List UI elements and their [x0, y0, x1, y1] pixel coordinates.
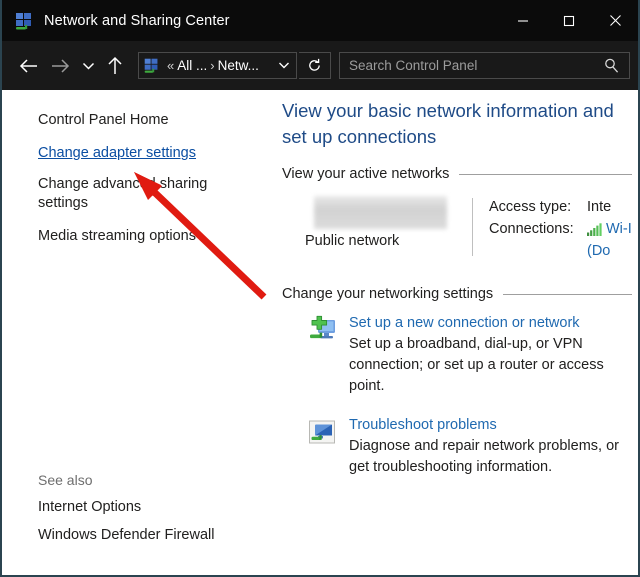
- search-box[interactable]: [339, 52, 630, 79]
- up-arrow-icon[interactable]: [100, 51, 130, 81]
- forward-arrow-icon[interactable]: [44, 51, 76, 81]
- maximize-button[interactable]: [546, 0, 592, 41]
- network-details: Access type: Inte Connections: Wi-I (Do: [473, 196, 638, 262]
- connections-label: Connections:: [489, 221, 574, 237]
- section-divider: [503, 293, 632, 295]
- search-icon[interactable]: [604, 58, 619, 73]
- sidebar-item-control-panel-home[interactable]: Control Panel Home: [2, 111, 270, 130]
- network-type-label: Public network: [305, 233, 400, 249]
- search-input[interactable]: [340, 57, 604, 74]
- troubleshoot-icon: [306, 417, 338, 449]
- sidebar-item-change-adapter-settings[interactable]: Change adapter settings: [2, 144, 270, 163]
- task-description: Set up a broadband, dial-up, or VPN conn…: [349, 336, 604, 394]
- network-name-redacted: [314, 196, 447, 229]
- close-button[interactable]: [592, 0, 638, 41]
- task-body: Set up a new connection or network Set u…: [349, 315, 638, 397]
- connections-detail: (Do: [587, 243, 611, 259]
- access-type-value: Inte: [587, 199, 612, 215]
- page-title: View your basic network information and …: [282, 100, 614, 147]
- section-title: View your active networks: [282, 166, 450, 182]
- sidebar-item-label: Change adapter settings: [38, 145, 196, 161]
- address-dropdown-chevron-down-icon[interactable]: [278, 61, 290, 70]
- wifi-signal-icon: [587, 222, 602, 236]
- sidebar-item-label: Control Panel Home: [38, 112, 169, 128]
- breadcrumb-separator: ›: [210, 58, 215, 73]
- window-title: Network and Sharing Center: [44, 12, 230, 29]
- connections-value[interactable]: Wi-I: [606, 218, 632, 240]
- navigation-bar: « All ... › Netw...: [2, 41, 638, 90]
- access-type-row: Access type: Inte: [489, 196, 638, 218]
- sidebar-item-change-advanced-sharing-settings[interactable]: Change advanced sharing settings: [2, 175, 270, 213]
- network-sharing-icon: [143, 57, 160, 74]
- sidebar-item-internet-options[interactable]: Internet Options: [2, 499, 270, 515]
- task-troubleshoot-problems[interactable]: Troubleshoot problems Diagnose and repai…: [282, 417, 638, 478]
- minimize-button[interactable]: [500, 0, 546, 41]
- section-title: Change your networking settings: [282, 286, 494, 302]
- connections-row: Connections: Wi-I: [489, 218, 638, 240]
- refresh-icon[interactable]: [299, 52, 331, 79]
- task-description: Diagnose and repair network problems, or…: [349, 438, 619, 475]
- network-identity: Public network: [282, 196, 472, 262]
- sidebar-item-windows-defender-firewall[interactable]: Windows Defender Firewall: [2, 527, 270, 543]
- active-networks-section-header: View your active networks: [282, 166, 638, 182]
- see-also-item-label: Internet Options: [38, 499, 142, 515]
- section-divider: [459, 173, 632, 175]
- active-network-entry[interactable]: Public network Access type: Inte Connect…: [282, 196, 638, 262]
- task-title[interactable]: Set up a new connection or network: [349, 315, 638, 331]
- sidebar-item-media-streaming-options[interactable]: Media streaming options: [2, 227, 270, 246]
- networking-settings-section-header: Change your networking settings: [282, 286, 638, 302]
- recent-locations-chevron-down-icon[interactable]: [76, 51, 100, 81]
- content-area: Control Panel Home Change adapter settin…: [2, 90, 638, 575]
- new-connection-icon: [306, 315, 338, 347]
- address-bar[interactable]: « All ... › Netw...: [138, 52, 297, 79]
- task-body: Troubleshoot problems Diagnose and repai…: [349, 417, 638, 478]
- network-sharing-center-window: Network and Sharing Center « All ... › N…: [0, 0, 640, 577]
- see-also-section: See also Internet Options Windows Defend…: [2, 472, 270, 555]
- task-title[interactable]: Troubleshoot problems: [349, 417, 638, 433]
- main-panel: View your basic network information and …: [270, 90, 638, 575]
- sidebar-item-label: Change advanced sharing settings: [38, 176, 208, 211]
- sidebar: Control Panel Home Change adapter settin…: [2, 90, 270, 575]
- see-also-label: See also: [38, 472, 93, 488]
- title-bar: Network and Sharing Center: [2, 0, 638, 41]
- sidebar-item-label: Media streaming options: [38, 228, 196, 244]
- network-sharing-icon: [14, 11, 34, 31]
- access-type-label: Access type:: [489, 199, 572, 215]
- breadcrumb-item-network[interactable]: Netw...: [218, 58, 259, 73]
- breadcrumb-item-all[interactable]: All ...: [177, 58, 207, 73]
- back-arrow-icon[interactable]: [12, 51, 44, 81]
- breadcrumb-leading-separator: «: [167, 58, 175, 73]
- see-also-item-label: Windows Defender Firewall: [38, 527, 215, 543]
- window-controls: [500, 0, 638, 41]
- task-set-up-new-connection[interactable]: Set up a new connection or network Set u…: [282, 315, 638, 397]
